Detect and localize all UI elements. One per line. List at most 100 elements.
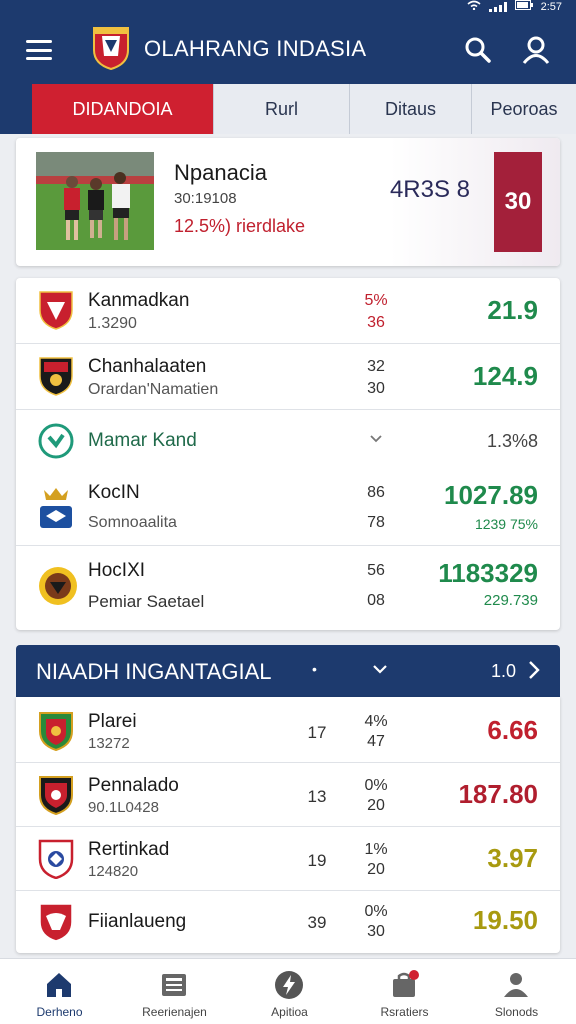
team-value: 6.66	[487, 715, 538, 745]
chevron-down-icon[interactable]	[370, 659, 390, 684]
stat-bottom: 20	[367, 797, 385, 814]
team-subvalue: 1239 75%	[474, 516, 538, 532]
stat-bottom: 20	[367, 861, 385, 878]
bottom-nav: Derheno Reerienajen Apitioa Rsratiers Sl…	[0, 958, 576, 1024]
stat-bottom: 47	[367, 733, 385, 750]
chevron-down-icon[interactable]	[368, 432, 384, 450]
stat-top: 1%	[364, 841, 388, 858]
nav-label: Apitioa	[271, 1005, 308, 1019]
nav-store[interactable]: Rsratiers	[347, 959, 462, 1024]
league-badge-icon	[38, 421, 74, 461]
app-bar: OLAHRANG INDASIA	[0, 14, 576, 84]
stat-bottom: 30	[367, 923, 385, 940]
tab-label: DIDANDOIA	[72, 98, 173, 119]
team-crest-icon	[38, 486, 74, 528]
list-item[interactable]: HocIXI Pemiar Saetael 56 08 1183329 229.…	[16, 546, 560, 630]
team-value: 19.50	[472, 905, 538, 935]
search-icon[interactable]	[462, 34, 494, 66]
team-name: Fiianlaueng	[88, 911, 187, 932]
profile-icon[interactable]	[520, 34, 552, 66]
team-subvalue: 229.739	[483, 592, 538, 609]
team-name: Chanhalaaten	[88, 356, 207, 377]
tab-label: Rurl	[264, 98, 298, 119]
match-photo	[36, 152, 154, 250]
section-header[interactable]: NIAADH INGANTAGIAL • 1.0	[16, 645, 560, 697]
tab-didandoia[interactable]: DIDANDOIA	[32, 84, 214, 134]
team-detail: Pemiar Saetael	[88, 592, 205, 611]
profile-icon	[500, 969, 532, 1001]
team-detail: 13272	[88, 735, 130, 752]
status-icons: 2:57	[467, 0, 562, 13]
team-name: Plarei	[88, 711, 137, 732]
list-item[interactable]: Pennalado 90.1L0428 13 0% 20 187.80	[16, 763, 560, 827]
league-name: Mamar Kand	[88, 430, 197, 451]
team-crest-icon	[38, 562, 78, 610]
team-detail: 124820	[88, 863, 139, 880]
team-value: 21.9	[487, 295, 538, 325]
list-item[interactable]: Fiianlaueng 39 0% 30 19.50	[16, 891, 560, 953]
nav-label: Derheno	[36, 1005, 83, 1019]
team-name: HocIXI	[88, 560, 146, 581]
stat-count: 19	[307, 851, 327, 870]
stat-top: 86	[367, 484, 385, 501]
stat-count: 13	[307, 787, 327, 806]
stat-top: 4%	[364, 713, 388, 730]
featured-match-card[interactable]: Npanacia 30:19108 12.5%) rierdlake 4R3S …	[16, 138, 560, 266]
nav-live[interactable]: Apitioa	[232, 959, 347, 1024]
nav-profile[interactable]: Slonods	[459, 959, 574, 1024]
list-item[interactable]: Chanhalaaten Orardan'Namatien 32 30 124.…	[16, 344, 560, 410]
team-crest-icon	[38, 290, 74, 330]
featured-subtitle: 30:19108	[174, 190, 237, 207]
nav-news[interactable]: Reerienajen	[117, 959, 232, 1024]
nav-home[interactable]: Derheno	[2, 959, 117, 1024]
team-value: 187.80	[458, 779, 538, 809]
tab-ditaus[interactable]: Ditaus	[350, 84, 472, 134]
standings-card: Kanmadkan 1.3290 5% 36 21.9 Chanhalaaten…	[16, 278, 560, 630]
team-name: Rertinkad	[88, 839, 170, 860]
stat-top: 5%	[364, 292, 388, 309]
section-title: NIAADH INGANTAGIAL	[36, 659, 272, 684]
team-detail: Somnoaalita	[88, 514, 177, 531]
team-detail: Orardan'Namatien	[88, 381, 219, 398]
team-value: 1027.89	[444, 480, 538, 510]
tab-bar: DIDANDOIA Rurl Ditaus Peoroas	[0, 84, 576, 134]
stat-count: 39	[307, 913, 327, 932]
stat-bottom: 08	[367, 592, 385, 609]
results-card: Plarei 13272 17 4% 47 6.66 Pennalado 90.…	[16, 697, 560, 953]
lightning-icon	[273, 969, 305, 1001]
status-time: 2:57	[540, 0, 562, 13]
stat-count: 17	[307, 723, 327, 742]
featured-note: 12.5%) rierdlake	[174, 216, 306, 236]
list-item[interactable]: Kanmadkan 1.3290 5% 36 21.9	[16, 278, 560, 344]
team-name: Kanmadkan	[88, 290, 190, 311]
team-crest-icon	[38, 775, 74, 816]
list-item[interactable]: Plarei 13272 17 4% 47 6.66	[16, 697, 560, 763]
menu-icon[interactable]	[26, 40, 52, 60]
team-value: 1183329	[438, 558, 538, 588]
stat-top: 0%	[364, 903, 388, 920]
app-title: OLAHRANG INDASIA	[144, 36, 367, 61]
team-value: 3.97	[487, 843, 538, 873]
featured-score-box: 30	[494, 152, 542, 252]
stat-bottom: 36	[367, 314, 385, 331]
nav-label: Rsratiers	[380, 1005, 429, 1019]
tab-label: Ditaus	[384, 98, 437, 119]
bag-icon	[388, 969, 420, 1001]
team-crest-icon	[38, 902, 74, 942]
home-icon	[43, 969, 75, 1001]
score-box-value: 30	[504, 188, 532, 215]
team-crest-icon	[38, 839, 74, 880]
nav-label: Reerienajen	[142, 1005, 207, 1019]
signal-icon	[488, 1, 507, 12]
featured-score: 4R3S 8	[389, 176, 470, 203]
team-detail: 1.3290	[88, 315, 137, 332]
list-item[interactable]: Rertinkad 124820 19 1% 20 3.97	[16, 827, 560, 891]
chevron-right-icon[interactable]	[524, 659, 544, 686]
wifi-icon	[467, 0, 481, 13]
tab-peoroas[interactable]: Peoroas	[472, 84, 576, 134]
list-item[interactable]: KocIN Somnoaalita 86 78 1027.89 1239 75%	[16, 472, 560, 546]
tab-rurl[interactable]: Rurl	[214, 84, 350, 134]
list-item-expandable[interactable]: Mamar Kand 1.3%8	[16, 410, 560, 472]
tab-label: Peoroas	[490, 98, 558, 119]
stat-top: 56	[367, 562, 385, 579]
